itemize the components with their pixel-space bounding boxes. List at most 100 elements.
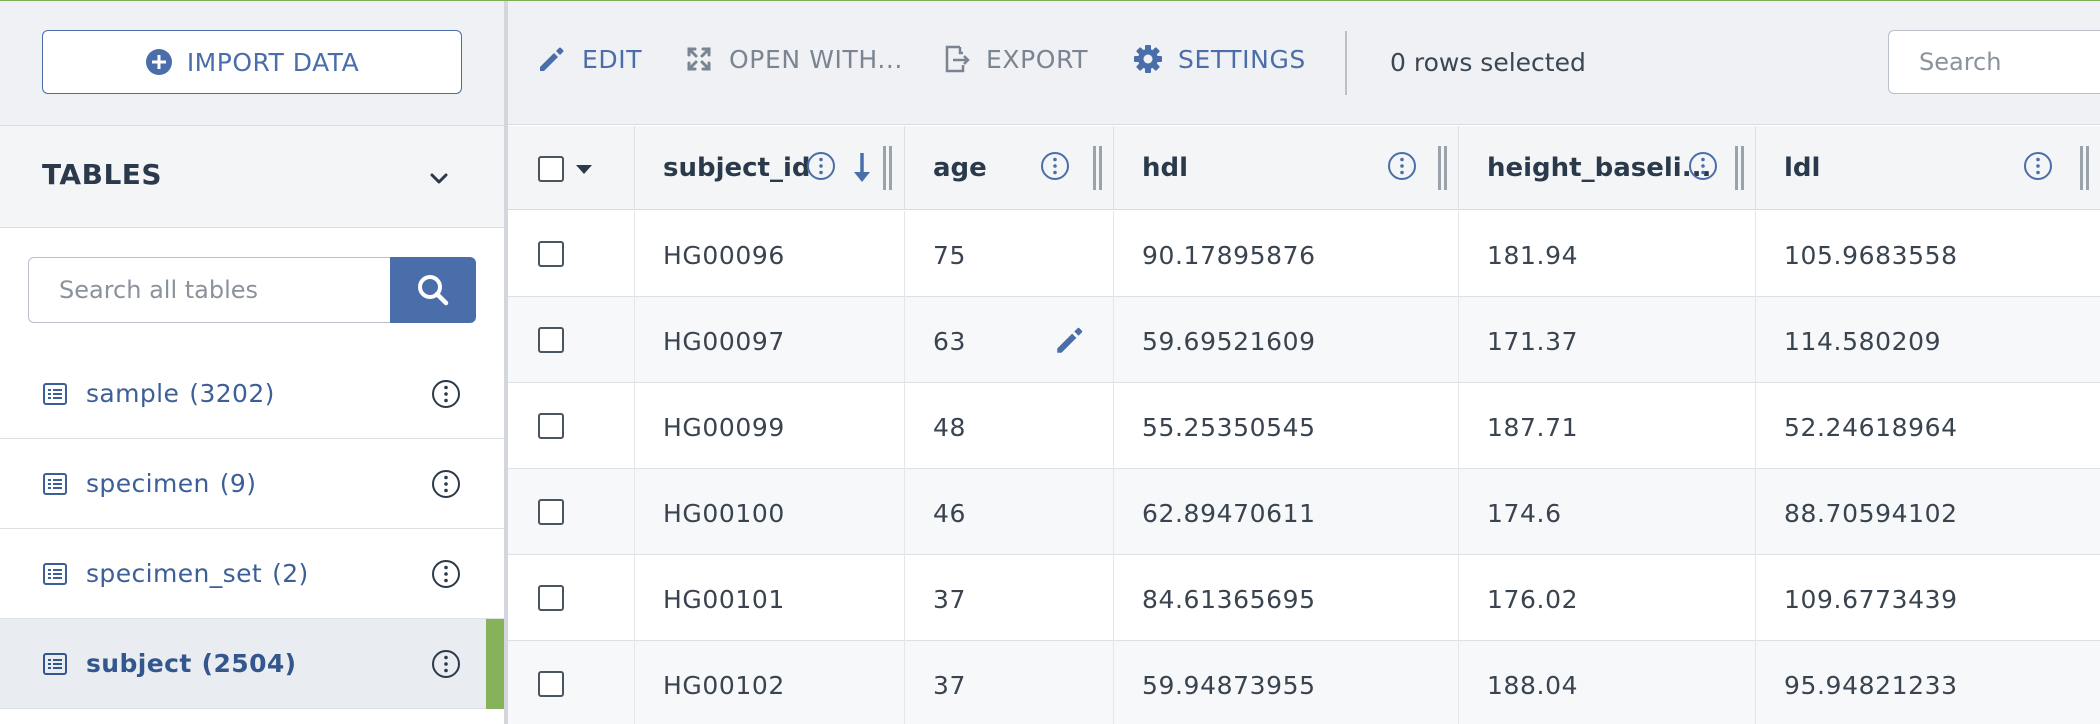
table-row[interactable]: HG00101 37 84.61365695 176.02 109.677343…: [508, 555, 2100, 641]
info-icon[interactable]: [430, 468, 462, 500]
table-row[interactable]: HG00102 37 59.94873955 188.04 95.9482123…: [508, 641, 2100, 724]
info-icon[interactable]: [805, 150, 837, 182]
cell-age[interactable]: 46: [905, 469, 1114, 555]
row-checkbox[interactable]: [538, 585, 564, 611]
cell-hdl[interactable]: 59.69521609: [1114, 297, 1459, 383]
search-all-tables-input[interactable]: [28, 257, 392, 323]
import-data-button[interactable]: IMPORT DATA: [42, 30, 462, 94]
cell-height-baseline[interactable]: 176.02: [1459, 555, 1756, 641]
cell-subject-id[interactable]: HG00100: [635, 469, 905, 555]
pencil-icon: [540, 47, 564, 71]
table-item-specimen-set[interactable]: specimen_set (2): [0, 529, 504, 619]
column-resize-grip[interactable]: [2078, 144, 2092, 192]
cell-age[interactable]: 37: [905, 555, 1114, 641]
cell-hdl[interactable]: 90.17895876: [1114, 211, 1459, 297]
table-row[interactable]: HG00099 48 55.25350545 187.71 52.2461896…: [508, 383, 2100, 469]
info-icon[interactable]: [1039, 150, 1071, 182]
info-icon[interactable]: [430, 558, 462, 590]
cell-height-baseline[interactable]: 181.94: [1459, 211, 1756, 297]
table-item-label: specimen_set (2): [86, 559, 309, 588]
expand-icon: [687, 47, 711, 71]
row-select-cell: [508, 641, 635, 724]
table-item-sample[interactable]: sample (3202): [0, 349, 504, 439]
cell-age[interactable]: 48: [905, 383, 1114, 469]
row-select-cell: [508, 297, 635, 383]
search-rows-input[interactable]: [1888, 30, 2100, 94]
cell-hdl[interactable]: 62.89470611: [1114, 469, 1459, 555]
column-header-subject-id[interactable]: subject_id: [635, 126, 905, 210]
table-item-subject[interactable]: subject (2504): [0, 619, 504, 709]
data-grid: subject_id age hdl height_baseli... ldl …: [508, 126, 2100, 724]
column-resize-grip[interactable]: [1436, 144, 1450, 192]
cell-age[interactable]: 75: [905, 211, 1114, 297]
row-checkbox[interactable]: [538, 413, 564, 439]
cell-height-baseline[interactable]: 171.37: [1459, 297, 1756, 383]
row-checkbox[interactable]: [538, 327, 564, 353]
table-row[interactable]: HG00097 63 59.69521609 171.37 114.580209: [508, 297, 2100, 383]
column-header-age[interactable]: age: [905, 126, 1114, 210]
sort-down-icon[interactable]: [851, 150, 873, 184]
select-all-checkbox[interactable]: [538, 156, 564, 182]
cell-ldl[interactable]: 114.580209: [1756, 297, 2100, 383]
settings-button[interactable]: SETTINGS: [1132, 43, 1306, 75]
open-with-label: OPEN WITH...: [729, 44, 903, 74]
cell-age[interactable]: 37: [905, 641, 1114, 724]
row-checkbox[interactable]: [538, 241, 564, 267]
info-icon[interactable]: [430, 378, 462, 410]
search-icon: [418, 275, 449, 306]
export-button[interactable]: EXPORT: [940, 43, 1088, 75]
column-header-hdl[interactable]: hdl: [1114, 126, 1459, 210]
cell-hdl[interactable]: 55.25350545: [1114, 383, 1459, 469]
table-item-specimen[interactable]: specimen (9): [0, 439, 504, 529]
info-icon[interactable]: [2022, 150, 2054, 182]
settings-label: SETTINGS: [1178, 44, 1306, 74]
row-select-cell: [508, 469, 635, 555]
cell-age[interactable]: 63: [905, 297, 1114, 383]
gear-icon: [1134, 45, 1162, 73]
cell-subject-id[interactable]: HG00097: [635, 297, 905, 383]
cell-hdl[interactable]: 84.61365695: [1114, 555, 1459, 641]
info-icon[interactable]: [1687, 150, 1719, 182]
edit-button[interactable]: EDIT: [536, 43, 642, 75]
info-icon[interactable]: [1386, 150, 1418, 182]
table-row[interactable]: HG00100 46 62.89470611 174.6 88.70594102: [508, 469, 2100, 555]
column-label: hdl: [1142, 153, 1189, 183]
cell-ldl[interactable]: 105.9683558: [1756, 211, 2100, 297]
row-checkbox[interactable]: [538, 671, 564, 697]
cell-ldl[interactable]: 95.94821233: [1756, 641, 2100, 724]
search-tables-button[interactable]: [390, 257, 476, 323]
row-checkbox[interactable]: [538, 499, 564, 525]
tables-section-header[interactable]: TABLES: [0, 126, 504, 227]
cell-ldl[interactable]: 52.24618964: [1756, 383, 2100, 469]
cell-subject-id[interactable]: HG00101: [635, 555, 905, 641]
cell-hdl[interactable]: 59.94873955: [1114, 641, 1459, 724]
column-label: age: [933, 153, 987, 183]
pencil-icon[interactable]: [1053, 323, 1087, 357]
column-resize-grip[interactable]: [881, 144, 895, 192]
table-search: [28, 257, 476, 323]
row-select-cell: [508, 555, 635, 641]
cell-ldl[interactable]: 88.70594102: [1756, 469, 2100, 555]
row-select-cell: [508, 211, 635, 297]
open-with-button[interactable]: OPEN WITH...: [683, 43, 903, 75]
export-icon: [945, 45, 970, 73]
table-row[interactable]: HG00096 75 90.17895876 181.94 105.968355…: [508, 211, 2100, 297]
cell-subject-id[interactable]: HG00096: [635, 211, 905, 297]
cell-height-baseline[interactable]: 187.71: [1459, 383, 1756, 469]
plus-circle-icon: [145, 49, 172, 75]
cell-subject-id[interactable]: HG00102: [635, 641, 905, 724]
column-resize-grip[interactable]: [1091, 144, 1105, 192]
caret-down-icon[interactable]: [574, 162, 594, 176]
column-resize-grip[interactable]: [1733, 144, 1747, 192]
chevron-down-icon[interactable]: [424, 164, 454, 194]
info-icon[interactable]: [430, 648, 462, 680]
table-item-label: specimen (9): [86, 469, 257, 498]
column-header-ldl[interactable]: ldl: [1756, 126, 2100, 210]
column-header-height-baseline[interactable]: height_baseli...: [1459, 126, 1756, 210]
toolbar: EDIT OPEN WITH... EXPORT SETTINGS 0 rows…: [508, 1, 2100, 125]
cell-ldl[interactable]: 109.6773439: [1756, 555, 2100, 641]
cell-height-baseline[interactable]: 174.6: [1459, 469, 1756, 555]
sidebar-header: IMPORT DATA: [0, 1, 504, 125]
cell-subject-id[interactable]: HG00099: [635, 383, 905, 469]
cell-height-baseline[interactable]: 188.04: [1459, 641, 1756, 724]
